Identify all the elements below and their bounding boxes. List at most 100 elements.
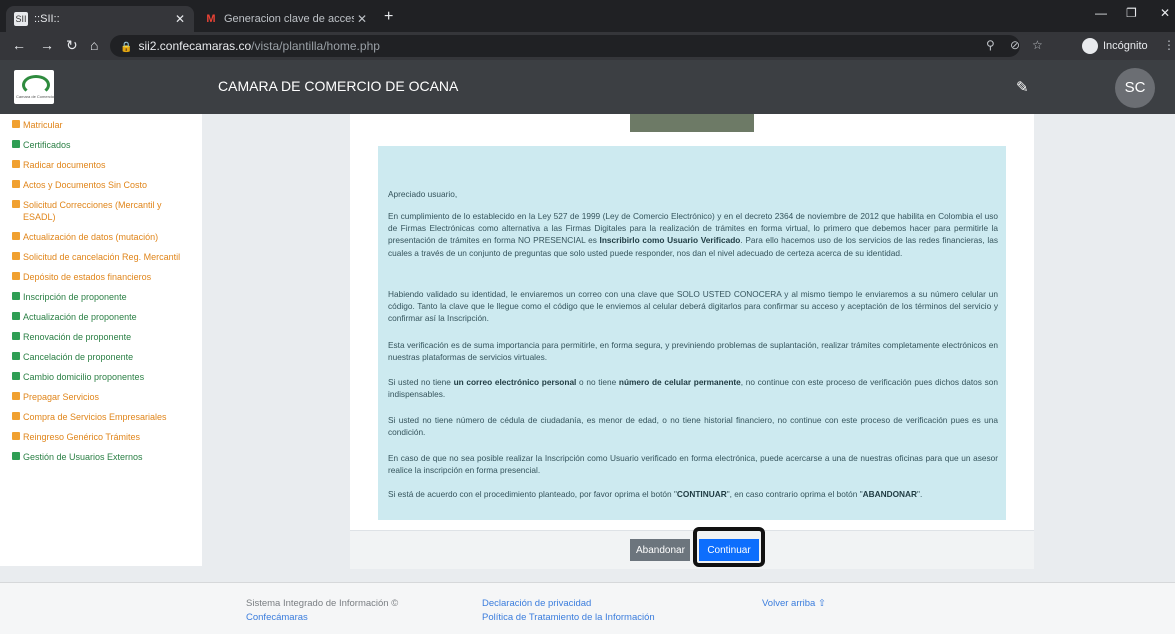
card-actions: Abandonar Continuar	[350, 530, 1034, 569]
sidebar-item[interactable]: Solicitud Correcciones (Mercantil y ESAD…	[0, 198, 202, 224]
incognito-label: Incógnito	[1103, 40, 1148, 52]
chevron-right-icon	[12, 232, 20, 240]
tab-title: ::SII::	[34, 13, 60, 25]
chevron-right-icon	[12, 140, 20, 148]
chevron-right-icon	[12, 332, 20, 340]
tab-close-icon[interactable]: ✕	[172, 12, 188, 26]
sidebar-item[interactable]: Prepagar Servicios	[0, 390, 202, 404]
notice-paragraph-6: En caso de que no sea posible realizar l…	[388, 453, 998, 476]
sidebar-item[interactable]: Actualización de proponente	[0, 310, 202, 324]
notice-greeting: Apreciado usuario,	[388, 189, 458, 199]
abandon-button[interactable]: Abandonar	[630, 539, 690, 561]
zoom-icon[interactable]: ⚲	[986, 38, 995, 52]
sidebar-item-label: Cambio domicilio proponentes	[23, 372, 145, 382]
bookmark-star-icon[interactable]: ☆	[1032, 38, 1043, 52]
logo-caption: Camara de Comercio	[16, 94, 55, 99]
pin-icon[interactable]: ✎	[1016, 78, 1029, 96]
new-tab-button[interactable]: +	[384, 8, 393, 26]
incognito-indicator[interactable]: Incógnito	[1082, 35, 1148, 57]
browser-tab-strip: SII ::SII:: ✕ M Generacion clave de acce…	[0, 0, 1175, 32]
sidebar-item-label: Actualización de datos (mutación)	[23, 232, 159, 242]
privacy-link[interactable]: Declaración de privacidad	[482, 597, 655, 611]
gmail-favicon-icon: M	[206, 13, 216, 25]
sidebar-item-label: Prepagar Servicios	[23, 392, 100, 402]
camara-logo[interactable]: Camara de Comercio	[14, 70, 54, 104]
sii-favicon-icon: SII	[14, 12, 28, 26]
chevron-right-icon	[12, 252, 20, 260]
reload-icon[interactable]: ↻	[66, 37, 78, 54]
sidebar-item[interactable]: Actos y Documentos Sin Costo	[0, 178, 202, 192]
tab-close-icon[interactable]: ✕	[354, 12, 370, 26]
verification-card: Apreciado usuario, En cumplimiento de lo…	[350, 114, 1034, 569]
header-photo	[630, 114, 754, 132]
page-title: CAMARA DE COMERCIO DE OCANA	[218, 78, 459, 94]
sidebar-item-label: Cancelación de proponente	[23, 352, 134, 362]
sidebar-item[interactable]: Renovación de proponente	[0, 330, 202, 344]
chevron-right-icon	[12, 272, 20, 280]
sidebar-item-label: Inscripción de proponente	[23, 292, 127, 302]
home-icon[interactable]: ⌂	[90, 37, 98, 53]
sidebar-item-label: Actos y Documentos Sin Costo	[23, 180, 148, 190]
minimize-icon[interactable]: —	[1095, 6, 1107, 20]
chevron-right-icon	[12, 160, 20, 168]
sidebar-item[interactable]: Gestión de Usuarios Externos	[0, 450, 202, 464]
sidebar-item-label: Actualización de proponente	[23, 312, 137, 322]
arrow-up-icon: ⇧	[817, 598, 826, 609]
forward-icon[interactable]: →	[40, 37, 54, 53]
sidebar-item[interactable]: Certificados	[0, 138, 202, 152]
maximize-icon[interactable]: ❐	[1126, 6, 1137, 20]
url-path: /vista/plantilla/home.php	[251, 39, 380, 53]
address-bar[interactable]: 🔒 sii2.confecamaras.co/vista/plantilla/ho…	[110, 35, 1020, 57]
tracking-off-icon[interactable]: ⊘	[1010, 38, 1020, 52]
chevron-right-icon	[12, 372, 20, 380]
sidebar-item[interactable]: Radicar documentos	[0, 158, 202, 172]
sidebar-item-label: Gestión de Usuarios Externos	[23, 452, 143, 462]
sidebar-item[interactable]: Cancelación de proponente	[0, 350, 202, 364]
sidebar-item[interactable]: Inscripción de proponente	[0, 290, 202, 304]
sidebar-item-label: Matricular	[23, 120, 63, 130]
sidebar-item-label: Reingreso Genérico Trámites	[23, 432, 141, 442]
notice-paragraph-2: Habiendo validado su identidad, le envia…	[388, 289, 998, 324]
browser-menu-icon[interactable]: ⋮	[1163, 38, 1175, 52]
chevron-right-icon	[12, 432, 20, 440]
sidebar-item-label: Compra de Servicios Empresariales	[23, 412, 167, 422]
url-host: sii2.confecamaras.co	[138, 39, 252, 53]
page-footer: Sistema Integrado de Información © Confe…	[0, 582, 1175, 634]
sidebar-item-label: Solicitud Correcciones (Mercantil y ESAD…	[23, 200, 162, 222]
app-header: Camara de Comercio CAMARA DE COMERCIO DE…	[0, 60, 1175, 114]
tab-sii[interactable]: SII ::SII:: ✕	[6, 6, 194, 32]
sidebar-item-label: Renovación de proponente	[23, 332, 132, 342]
user-avatar[interactable]: SC	[1115, 68, 1155, 108]
incognito-icon	[1082, 38, 1098, 54]
close-window-icon[interactable]: ✕	[1160, 6, 1170, 20]
sidebar-item-label: Solicitud de cancelación Reg. Mercantil	[23, 252, 181, 262]
sidebar-item-label: Radicar documentos	[23, 160, 106, 170]
chevron-right-icon	[12, 312, 20, 320]
chevron-right-icon	[12, 452, 20, 460]
verification-notice: Apreciado usuario, En cumplimiento de lo…	[378, 146, 1006, 520]
tab-gmail[interactable]: M Generacion clave de acceso - dav ✕	[196, 6, 376, 32]
notice-paragraph-4: Si usted no tiene un correo electrónico …	[388, 377, 998, 400]
sidebar-item[interactable]: Matricular	[0, 118, 202, 132]
notice-paragraph-1: En cumplimiento de lo establecido en la …	[388, 211, 998, 258]
sidebar-item[interactable]: Solicitud de cancelación Reg. Mercantil	[0, 250, 202, 264]
chevron-right-icon	[12, 352, 20, 360]
back-icon[interactable]: ←	[12, 37, 26, 53]
data-policy-link[interactable]: Política de Tratamiento de la Informació…	[482, 611, 655, 625]
sidebar-item-label: Depósito de estados financieros	[23, 272, 152, 282]
sidebar-item[interactable]: Compra de Servicios Empresariales	[0, 410, 202, 424]
chevron-right-icon	[12, 200, 20, 208]
sidebar-item[interactable]: Reingreso Genérico Trámites	[0, 430, 202, 444]
sidebar-item[interactable]: Depósito de estados financieros	[0, 270, 202, 284]
chevron-right-icon	[12, 120, 20, 128]
chevron-right-icon	[12, 412, 20, 420]
lock-icon: 🔒	[120, 42, 133, 53]
tab-title: Generacion clave de acceso - dav	[224, 13, 354, 25]
confecamaras-link[interactable]: Confecámaras	[246, 611, 398, 625]
sidebar-item[interactable]: Actualización de datos (mutación)	[0, 230, 202, 244]
sidebar-item[interactable]: Cambio domicilio proponentes	[0, 370, 202, 384]
back-to-top-link[interactable]: Volver arriba ⇧	[762, 597, 826, 611]
continue-highlight-box	[693, 527, 765, 567]
notice-paragraph-5: Si usted no tiene número de cédula de ci…	[388, 415, 998, 438]
sidebar-item-label: Certificados	[23, 140, 71, 150]
